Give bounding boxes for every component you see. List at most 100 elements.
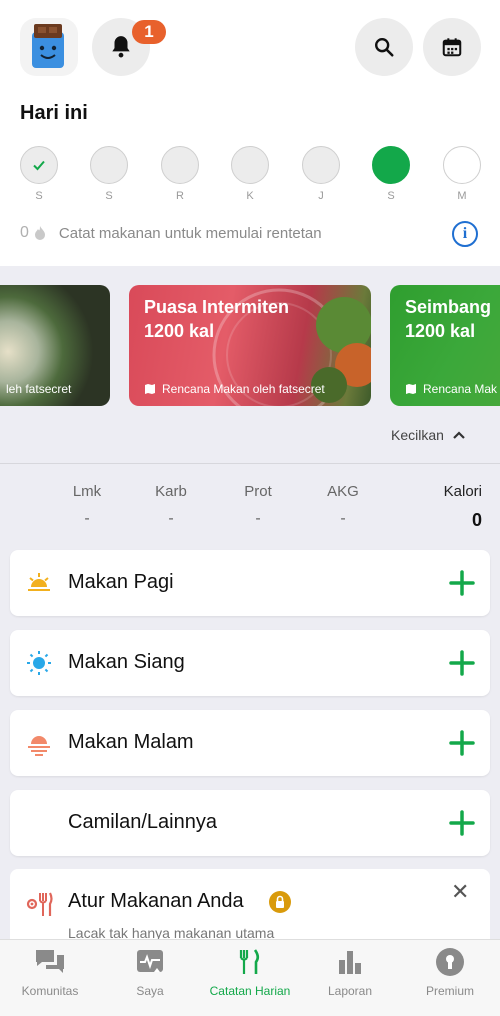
day-label: S [387,190,395,202]
nutrition-label: AKG [327,483,359,500]
day-label: M [457,190,467,202]
nutrition-value: - [255,510,261,527]
avatar[interactable] [20,18,78,76]
meal-plan-card[interactable]: leh fatsecret [0,285,110,406]
day-item[interactable]: R [160,146,200,202]
nutrition-value: - [84,510,90,527]
day-item[interactable]: J [301,146,341,202]
chat-icon [36,950,64,973]
tab-label: Saya [136,984,164,998]
nutrition-fat: Lmk - [57,483,117,528]
day-item[interactable]: K [230,146,270,202]
collapse-label: Kecilkan [391,427,444,443]
info-icon: i [462,225,468,242]
search-icon [375,38,394,57]
nutrition-rdi: AKG - [313,483,373,528]
page-title: Hari ini [20,102,88,124]
meal-name: Makan Siang [68,651,185,673]
day-label: J [318,190,324,202]
plan-footer-text: Rencana Mak [423,382,498,396]
plan-title: Puasa Intermiten [144,297,290,317]
add-lunch-button[interactable] [448,649,476,677]
flame-icon [34,226,45,240]
plan-footer: Rencana Makan oleh fatsecret [144,382,325,396]
plan-calories: 1200 kal [405,321,476,341]
sunrise-icon [28,573,50,591]
day-circle [231,146,269,184]
map-icon [145,384,155,394]
customize-meals-card[interactable]: Atur Makanan Anda Lacak tak hanya makana… [10,869,490,949]
meal-name: Makan Pagi [68,571,174,593]
day-item[interactable]: M [442,146,482,202]
meal-snacks[interactable]: Camilan/Lainnya [10,790,490,856]
tab-community[interactable]: Komunitas [0,946,100,998]
day-item[interactable]: S [19,146,59,202]
meal-plan-carousel[interactable]: leh fatsecret Puasa Intermiten 1200 kal … [0,285,500,407]
nutrition-calories: Kalori 0 [414,483,482,531]
search-button[interactable] [355,18,413,76]
promo-title: Atur Makanan Anda [68,890,244,912]
bell-icon [112,36,130,58]
nutrition-label: Karb [155,483,187,500]
profile-icon [137,950,163,972]
nutrition-value: - [340,510,346,527]
week-day-strip: S S R K J S M [19,146,483,204]
day-circle [90,146,128,184]
premium-icon [436,948,464,976]
meal-name: Camilan/Lainnya [68,811,217,833]
plan-footer-text: leh fatsecret [6,382,72,396]
collapse-button[interactable]: Kecilkan [391,427,466,443]
day-label: S [105,190,113,202]
tab-label: Catatan Harian [209,984,291,998]
divider [0,463,500,464]
meal-plan-card-balanced[interactable]: Seimbang 1200 kal Rencana Mak [390,285,500,406]
utensils-icon [239,949,260,974]
bar-chart-icon [339,951,361,974]
day-circle [443,146,481,184]
nutrition-label: Lmk [72,483,102,500]
add-snack-button[interactable] [448,809,476,837]
header-area: 1 Hari ini S S R K J S M 0 Catat makanan… [0,0,500,266]
meal-plan-card-intermittent[interactable]: Puasa Intermiten 1200 kal Rencana Makan … [129,285,371,406]
calendar-icon [442,38,462,57]
sunset-icon [28,736,50,756]
tab-label: Laporan [327,984,373,998]
premium-lock-icon [269,891,291,913]
day-label: S [35,190,43,202]
meal-name: Makan Malam [68,731,194,753]
calendar-button[interactable] [423,18,481,76]
nutrition-carbs: Karb - [141,483,201,528]
plan-footer: Rencana Mak [405,382,497,396]
nutrition-label: Kalori [443,483,482,500]
tab-me[interactable]: Saya [100,946,200,998]
day-circle [161,146,199,184]
meal-lunch[interactable]: Makan Siang [10,630,490,696]
nutrition-label: Prot [244,483,272,500]
bottom-tab-bar: Komunitas Saya Catatan Harian Laporan Pr… [0,939,500,1016]
day-item[interactable]: S [89,146,129,202]
meal-breakfast[interactable]: Makan Pagi [10,550,490,616]
add-dinner-button[interactable] [448,729,476,757]
meal-dinner[interactable]: Makan Malam [10,710,490,776]
day-label: K [246,190,254,202]
plan-footer-text: Rencana Makan oleh fatsecret [162,382,325,396]
close-icon[interactable]: ✕ [451,879,469,905]
day-label: R [176,190,184,202]
tab-reports[interactable]: Laporan [300,946,400,998]
nutrition-value: - [168,510,174,527]
plan-title: Seimbang [405,297,492,317]
moon-icon [33,814,42,832]
check-icon [33,160,45,171]
day-item-today[interactable]: S [371,146,411,202]
info-button[interactable]: i [452,221,478,247]
settings-utensils-icon [26,892,53,916]
day-circle [20,146,58,184]
add-breakfast-button[interactable] [448,569,476,597]
streak-text: Catat makanan untuk memulai rentetan [58,224,322,242]
chevron-up-icon [453,431,465,439]
map-icon [406,384,416,394]
tab-diary[interactable]: Catatan Harian [200,946,300,998]
tab-premium[interactable]: Premium [400,946,500,998]
notification-badge: 1 [132,20,166,44]
tab-label: Premium [425,984,474,998]
